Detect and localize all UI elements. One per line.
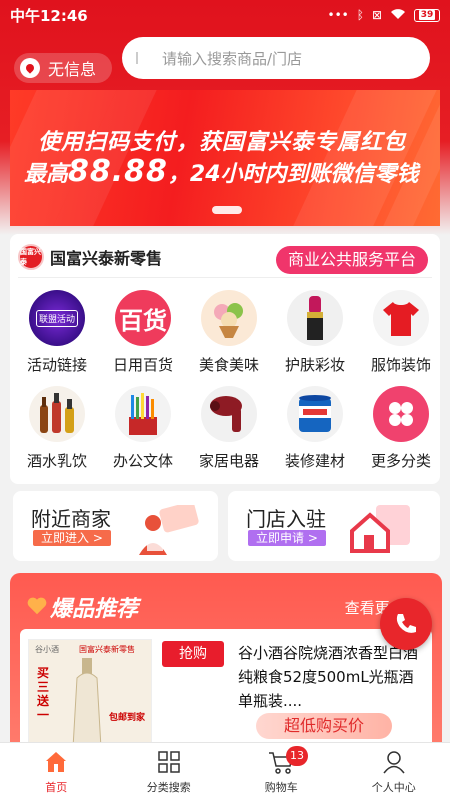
category-label: 服饰装饰 xyxy=(370,356,431,374)
category-label: 日用百货 xyxy=(112,356,173,374)
store-house-icon xyxy=(346,501,418,557)
category-label: 更多分类 xyxy=(370,452,431,470)
product-name: 谷小酒谷院烧酒浓香型白酒纯粮食52度500mL光瓶酒单瓶装.... xyxy=(238,644,419,710)
category-label: 装修建材 xyxy=(284,452,345,470)
hot-title: 爆品推荐 xyxy=(50,597,139,622)
battery-icon: 39 xyxy=(414,8,440,22)
stationery-icon xyxy=(115,386,171,442)
hot-products-section: 爆品推荐 查看更多 > 谷小酒 国富兴泰新零售 买三送一 包邮到家 抢购 谷小酒… xyxy=(10,573,442,753)
location-selector[interactable]: 无信息 xyxy=(14,53,112,83)
banner-page-indicator xyxy=(212,206,242,214)
store-name: 国富兴泰新零售 xyxy=(50,249,163,268)
location-pin-icon xyxy=(20,58,40,78)
category-item-drinks[interactable]: 酒水乳饮 xyxy=(14,386,100,471)
tab-cart[interactable]: 购物车 xyxy=(225,743,338,800)
daily-goods-icon: 百货 xyxy=(115,290,171,346)
cosmetics-icon xyxy=(287,290,343,346)
merchant-illustration-icon xyxy=(131,501,205,559)
tab-label: 购物车 xyxy=(264,781,298,794)
phone-icon xyxy=(396,614,416,633)
banner-line-1: 使用扫码支付，获国富兴泰专属红包 xyxy=(38,130,407,155)
status-time: 中午12:46 xyxy=(10,6,88,25)
battery-level: 39 xyxy=(418,10,436,20)
phone-call-button[interactable] xyxy=(380,598,432,650)
tab-category-search[interactable]: 分类搜索 xyxy=(113,743,226,800)
drinks-icon xyxy=(29,386,85,442)
category-label: 酒水乳饮 xyxy=(26,452,87,470)
category-label: 家居电器 xyxy=(198,452,259,470)
category-search-icon xyxy=(156,749,182,775)
image-logo: 国富兴泰新零售 xyxy=(79,645,135,654)
category-item-food[interactable]: 美食美味 xyxy=(186,290,272,375)
category-item-more[interactable]: 更多分类 xyxy=(358,386,444,471)
low-price-button[interactable]: 超低购买价 xyxy=(256,713,392,739)
image-ship: 包邮到家 xyxy=(109,713,146,723)
rush-buy-tag[interactable]: 抢购 xyxy=(162,641,224,667)
clothing-icon xyxy=(373,290,429,346)
more-dots-icon: ••• xyxy=(327,8,349,22)
bottom-tab-bar: 首页 分类搜索 购物车 个人中心 xyxy=(0,742,450,800)
search-placeholder: 请输入搜索商品/门店 xyxy=(162,49,303,68)
building-materials-icon xyxy=(287,386,343,442)
product-image: 谷小酒 国富兴泰新零售 买三送一 包邮到家 xyxy=(28,639,152,753)
status-bar: 中午12:46 ••• ᛒ ⊠ 39 xyxy=(0,0,450,30)
sim-off-icon: ⊠ xyxy=(371,8,382,22)
category-item-building[interactable]: 装修建材 xyxy=(272,386,358,471)
activity-badge: 联盟活动 xyxy=(35,309,78,327)
liquor-bottle-icon xyxy=(72,658,102,749)
location-label: 无信息 xyxy=(48,60,97,79)
banner-suffix: ，24小时内到账微信零钱 xyxy=(167,162,419,187)
category-item-clothing[interactable]: 服饰装饰 xyxy=(358,290,444,375)
banner-amount: 88.88 xyxy=(68,154,168,189)
cart-count-badge: 13 xyxy=(286,746,308,766)
join-apply-button[interactable]: 立即申请 > xyxy=(248,530,326,546)
search-input[interactable]: 请输入搜索商品/门店 xyxy=(122,37,430,79)
food-icon xyxy=(201,290,257,346)
bluetooth-icon: ᛒ xyxy=(356,8,364,22)
heart-icon xyxy=(27,597,47,615)
banner-line-2: 最高88.88，24小时内到账微信零钱 xyxy=(24,154,419,189)
more-categories-icon xyxy=(373,386,429,442)
tab-label: 个人中心 xyxy=(371,781,416,794)
nearby-merchants-card[interactable]: 附近商家 立即进入 > xyxy=(13,491,218,561)
tab-profile[interactable]: 个人中心 xyxy=(338,743,450,800)
store-header: 国富兴泰 国富兴泰新零售 xyxy=(18,244,162,270)
platform-button[interactable]: 商业公共服务平台 xyxy=(276,246,428,274)
category-label: 护肤彩妆 xyxy=(284,356,345,374)
profile-icon xyxy=(381,749,407,775)
image-brand: 谷小酒 xyxy=(35,645,59,654)
category-item-activity[interactable]: 联盟活动 活动链接 xyxy=(14,290,100,375)
category-item-appliance[interactable]: 家居电器 xyxy=(186,386,272,471)
tab-label: 分类搜索 xyxy=(146,781,191,794)
category-item-daily[interactable]: 百货 日用百货 xyxy=(100,290,186,375)
tab-label: 首页 xyxy=(45,781,68,794)
join-title: 门店入驻 xyxy=(246,507,326,531)
store-card: 国富兴泰 国富兴泰新零售 商业公共服务平台 联盟活动 活动链接 百货 日用百货 … xyxy=(10,234,440,484)
category-label: 美食美味 xyxy=(198,356,259,374)
image-promo: 买三送一 xyxy=(37,666,50,722)
activity-link-icon: 联盟活动 xyxy=(29,290,85,346)
search-cursor-icon xyxy=(136,52,146,64)
nearby-enter-button[interactable]: 立即进入 > xyxy=(33,530,111,546)
wifi-icon xyxy=(390,8,406,23)
daily-badge: 百货 xyxy=(119,306,167,335)
product-card[interactable]: 谷小酒 国富兴泰新零售 买三送一 包邮到家 抢购 谷小酒谷院烧酒浓香型白酒纯粮食… xyxy=(20,629,432,753)
nearby-title: 附近商家 xyxy=(31,507,111,531)
home-icon xyxy=(43,749,69,775)
tab-home[interactable]: 首页 xyxy=(0,743,113,800)
divider xyxy=(18,277,432,278)
category-item-stationery[interactable]: 办公文体 xyxy=(100,386,186,471)
banner-prefix: 最高 xyxy=(24,162,69,187)
category-item-cosmetics[interactable]: 护肤彩妆 xyxy=(272,290,358,375)
store-join-card[interactable]: 门店入驻 立即申请 > xyxy=(228,491,440,561)
appliance-icon xyxy=(201,386,257,442)
category-label: 活动链接 xyxy=(26,356,87,374)
store-logo: 国富兴泰 xyxy=(18,244,44,270)
category-label: 办公文体 xyxy=(112,452,173,470)
